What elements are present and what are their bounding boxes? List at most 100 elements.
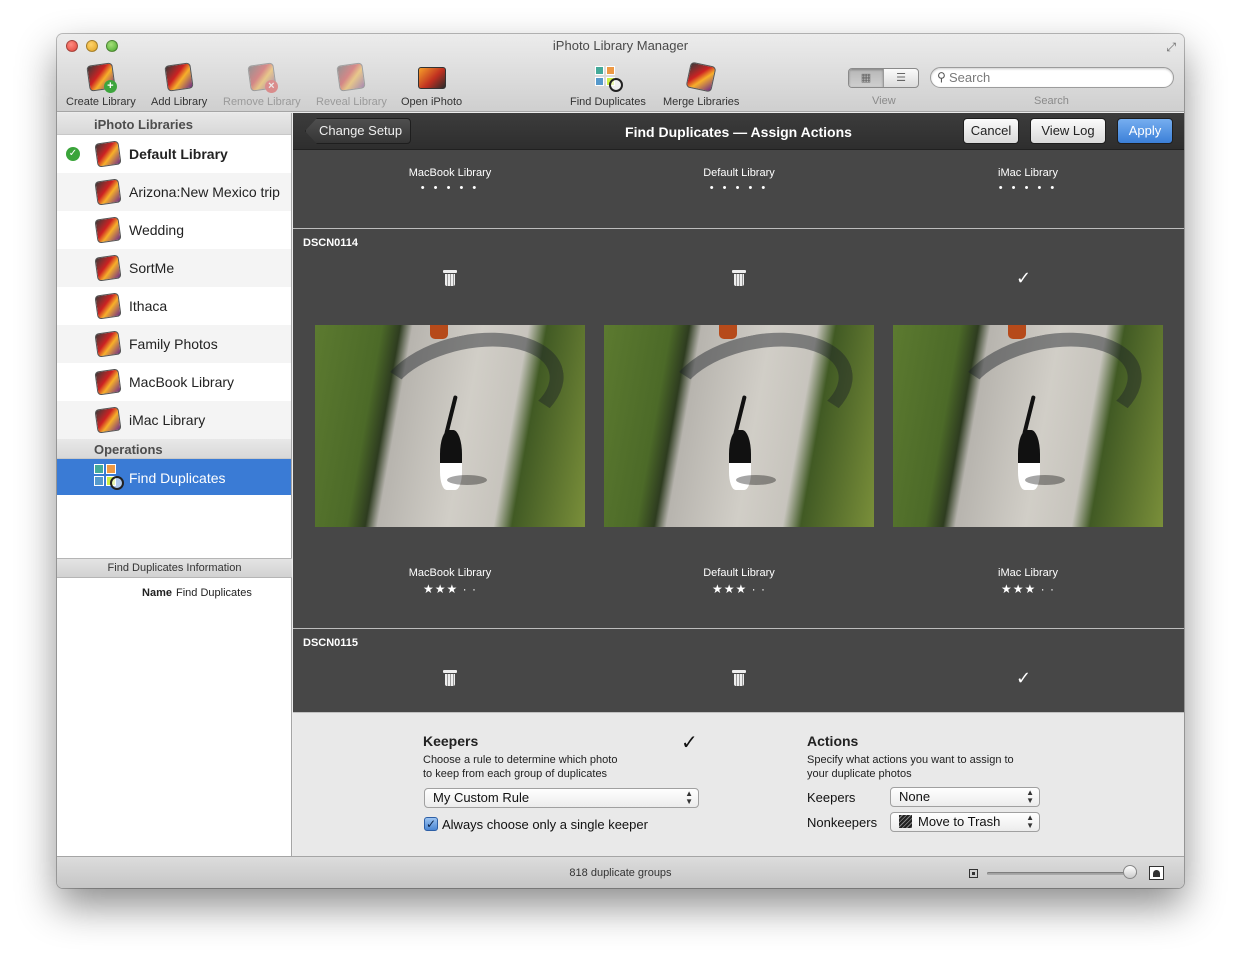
merge-libraries-icon — [685, 61, 717, 93]
duplicate-photo[interactable] — [315, 325, 585, 527]
nonkeepers-action-select[interactable]: Move to Trash ▲ ▼ — [890, 812, 1040, 832]
sidebar-item-library[interactable]: MacBook Library — [57, 363, 291, 401]
camera-icon — [417, 62, 447, 92]
keepers-desc-line: Choose a rule to determine which photo — [423, 754, 618, 766]
actions-description: Specify what actions you want to assign … — [807, 753, 1014, 781]
trash-icon — [899, 815, 912, 828]
actions-title: Actions — [807, 733, 859, 749]
remove-library-label: Remove Library — [223, 96, 301, 108]
photo-caption: MacBook Library ★★★ · · — [350, 567, 550, 596]
remove-library-button[interactable]: × Remove Library — [223, 62, 301, 108]
single-keeper-checkbox[interactable]: ✓ — [424, 817, 438, 831]
duplicates-list[interactable]: MacBook Library • • • • • Default Librar… — [293, 150, 1184, 712]
remove-library-icon: × — [247, 62, 278, 93]
library-icon — [94, 254, 122, 282]
info-key: Name — [142, 587, 172, 599]
library-icon — [94, 292, 122, 320]
list-view-icon[interactable]: ☰ — [883, 69, 918, 87]
sidebar-item-find-duplicates[interactable]: Find Duplicates — [57, 459, 291, 495]
create-library-label: Create Library — [66, 96, 136, 108]
photo-rating: ★★★ · · — [423, 582, 477, 596]
find-duplicates-icon — [94, 464, 124, 490]
libraries-header: iPhoto Libraries — [57, 113, 291, 135]
fullscreen-icon[interactable]: ⤢ — [1166, 40, 1176, 55]
search-icon: ⚲ — [937, 70, 946, 84]
sidebar-item-label: Ithaca — [129, 298, 168, 314]
divider — [293, 228, 1184, 229]
reveal-library-label: Reveal Library — [316, 96, 387, 108]
thumbnail-size-slider[interactable] — [987, 872, 1137, 875]
info-value: Find Duplicates — [176, 587, 252, 599]
sidebar-item-library[interactable]: SortMe — [57, 249, 291, 287]
sidebar-item-label: Arizona:New Mexico trip — [129, 184, 280, 200]
keep-check-icon[interactable]: ✓ — [1016, 668, 1031, 689]
photo-library-name: MacBook Library — [408, 567, 492, 579]
group-title: DSCN0114 — [303, 237, 359, 249]
large-thumbnail-icon — [1149, 866, 1164, 880]
sidebar-item-library[interactable]: Family Photos — [57, 325, 291, 363]
find-duplicates-button[interactable]: Find Duplicates — [570, 62, 646, 108]
small-thumbnail-icon — [969, 869, 978, 878]
keepers-desc-line: to keep from each group of duplicates — [423, 768, 608, 780]
add-library-button[interactable]: Add Library — [151, 62, 207, 108]
column-dots: • • • • • — [420, 182, 480, 194]
duplicate-photo[interactable] — [604, 325, 874, 527]
create-library-button[interactable]: + Create Library — [66, 62, 136, 108]
slider-knob[interactable] — [1122, 865, 1137, 879]
nonkeepers-action-value: Move to Trash — [918, 814, 1001, 829]
chevron-updown-icon: ▲ ▼ — [685, 789, 693, 806]
view-switcher: ▦ ☰ — [848, 68, 919, 88]
column-name: Default Library — [703, 167, 775, 179]
keep-check-icon[interactable]: ✓ — [1016, 268, 1031, 289]
library-icon — [94, 216, 122, 244]
trash-icon[interactable] — [443, 670, 457, 686]
sidebar-item-library[interactable]: Arizona:New Mexico trip — [57, 173, 291, 211]
keepers-title: Keepers — [423, 733, 479, 749]
status-bar: 818 duplicate groups — [57, 856, 1184, 888]
duplicate-photo[interactable] — [893, 325, 1163, 527]
photo-rating: ★★★ · · — [712, 582, 766, 596]
keepers-action-select[interactable]: None ▲ ▼ — [890, 787, 1040, 807]
photo-caption: Default Library ★★★ · · — [639, 567, 839, 596]
operations-header: Operations — [57, 439, 291, 459]
library-icon — [94, 330, 122, 358]
keeper-rule-select[interactable]: My Custom Rule ▲ ▼ — [424, 788, 699, 808]
photo-library-name: iMac Library — [998, 567, 1058, 579]
app-window: iPhoto Library Manager ⤢ + Create Librar… — [57, 34, 1184, 888]
keepers-action-label: Keepers — [807, 790, 856, 805]
trash-icon[interactable] — [732, 270, 746, 286]
find-duplicates-label: Find Duplicates — [570, 96, 646, 108]
trash-icon[interactable] — [732, 670, 746, 686]
reveal-library-button[interactable]: ⌕ Reveal Library — [316, 62, 387, 108]
sidebar-item-label: Find Duplicates — [129, 470, 226, 486]
main-panel: Change Setup Find Duplicates — Assign Ac… — [293, 113, 1184, 712]
apply-button[interactable]: Apply — [1117, 118, 1173, 144]
sidebar-item-label: Wedding — [129, 222, 185, 238]
column-header: MacBook Library • • • • • — [350, 167, 550, 194]
column-name: iMac Library — [998, 167, 1058, 179]
sidebar-item-library[interactable]: iMac Library — [57, 401, 291, 439]
column-header: Default Library • • • • • — [639, 167, 839, 194]
grid-view-icon[interactable]: ▦ — [849, 69, 883, 87]
cancel-button[interactable]: Cancel — [963, 118, 1019, 144]
trash-icon[interactable] — [443, 270, 457, 286]
actions-desc-line: Specify what actions you want to assign … — [807, 754, 1014, 766]
nonkeepers-action-label: Nonkeepers — [807, 815, 878, 830]
actions-desc-line: your duplicate photos — [807, 768, 912, 780]
column-name: MacBook Library — [408, 167, 492, 179]
sidebar-item-label: iMac Library — [129, 412, 206, 428]
find-duplicates-icon — [593, 62, 623, 92]
view-log-button[interactable]: View Log — [1030, 118, 1106, 144]
add-library-icon — [164, 62, 194, 92]
search-input[interactable] — [949, 69, 1164, 86]
sidebar: iPhoto Libraries ✓ Default Library Arizona… — [57, 113, 292, 856]
sidebar-item-library[interactable]: ✓ Default Library — [57, 135, 291, 173]
sidebar-item-library[interactable]: Ithaca — [57, 287, 291, 325]
open-iphoto-button[interactable]: Open iPhoto — [401, 62, 462, 108]
sidebar-item-label: MacBook Library — [129, 374, 235, 390]
active-check-icon: ✓ — [66, 147, 80, 161]
chevron-updown-icon: ▲ ▼ — [1026, 788, 1034, 805]
keepers-action-value: None — [899, 789, 931, 804]
merge-libraries-button[interactable]: Merge Libraries — [663, 61, 739, 108]
sidebar-item-library[interactable]: Wedding — [57, 211, 291, 249]
